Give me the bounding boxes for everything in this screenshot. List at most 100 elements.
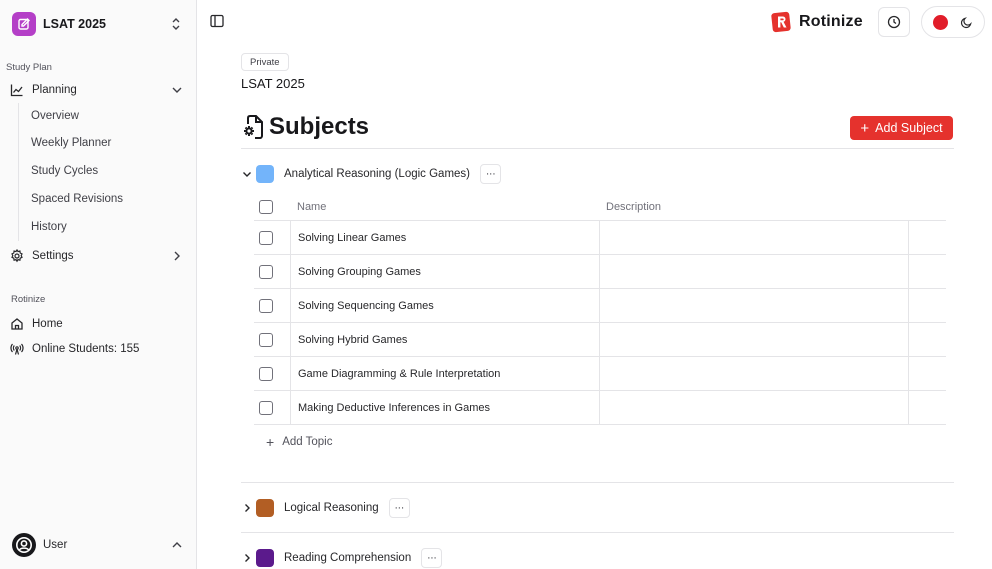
topic-description-cell[interactable] <box>599 221 909 254</box>
subject-color-swatch[interactable] <box>256 549 274 567</box>
subject-more-button[interactable]: ··· <box>421 548 443 568</box>
topic-description-cell[interactable] <box>599 289 909 322</box>
topic-name-cell[interactable]: Making Deductive Inferences in Games <box>290 391 600 424</box>
table-header-row: Name Description <box>254 194 946 221</box>
row-check-cell <box>259 289 273 322</box>
visibility-badge: Private <box>241 53 289 71</box>
theme-toggle[interactable] <box>921 6 985 38</box>
add-subject-button[interactable]: + Add Subject <box>850 116 953 140</box>
chart-line-icon <box>10 83 24 97</box>
row-checkbox[interactable] <box>259 400 273 415</box>
plus-icon: + <box>860 119 870 137</box>
topic-extra-cell <box>908 357 946 390</box>
row-check-cell <box>259 255 273 288</box>
sidebar-item-home[interactable]: Home <box>8 312 188 336</box>
row-checkbox[interactable] <box>259 298 273 313</box>
sidebar-item-label: Planning <box>32 84 77 96</box>
topic-name-cell[interactable]: Solving Hybrid Games <box>290 323 600 356</box>
workspace-switcher[interactable]: LSAT 2025 <box>8 8 188 40</box>
chevron-right-icon[interactable] <box>241 552 253 564</box>
add-topic-button[interactable]: + Add Topic <box>266 434 332 450</box>
topic-description-cell[interactable] <box>599 357 909 390</box>
subject-name: Analytical Reasoning (Logic Games) <box>284 168 471 180</box>
sidebar-item-planning[interactable]: Planning <box>8 78 188 102</box>
topic-name-cell[interactable]: Solving Sequencing Games <box>290 289 600 322</box>
rotinize-logo-icon <box>771 11 791 33</box>
chevron-down-icon[interactable] <box>241 168 253 180</box>
add-subject-label: Add Subject <box>875 121 943 135</box>
sidebar: LSAT 2025 Study Plan Planning Overview W… <box>0 0 197 569</box>
file-settings-icon <box>244 115 263 139</box>
row-checkbox[interactable] <box>259 366 273 381</box>
row-checkbox[interactable] <box>259 230 273 245</box>
sidebar-item-label: Online Students: 155 <box>32 343 140 355</box>
subject-more-button[interactable]: ··· <box>480 164 502 184</box>
sidebar-subitem-history[interactable]: History <box>27 216 187 238</box>
sidebar-group-rotinize: Rotinize <box>11 294 46 305</box>
sidebar-subitem-weekly-planner[interactable]: Weekly Planner <box>27 132 187 154</box>
row-check-cell <box>259 221 273 254</box>
table-row: Game Diagramming & Rule Interpretation <box>254 357 946 391</box>
add-topic-label: Add Topic <box>282 436 333 448</box>
sidebar-subitem-overview[interactable]: Overview <box>27 105 187 127</box>
topic-extra-cell <box>908 255 946 288</box>
table-row: Making Deductive Inferences in Games <box>254 391 946 425</box>
app-root: LSAT 2025 Study Plan Planning Overview W… <box>0 0 992 569</box>
sidebar-subitem-spaced-revisions[interactable]: Spaced Revisions <box>27 188 187 210</box>
divider <box>241 482 954 483</box>
plus-icon: + <box>266 434 275 450</box>
row-check-cell <box>259 391 273 424</box>
select-all-cell <box>259 194 273 220</box>
history-button[interactable] <box>878 7 910 37</box>
subjects-heading: Subjects <box>241 113 369 141</box>
subject-row-reading-comprehension[interactable]: Reading Comprehension ··· <box>241 547 443 569</box>
brand: Rotinize <box>771 11 863 33</box>
topic-name-cell[interactable]: Solving Grouping Games <box>290 255 600 288</box>
table-row: Solving Sequencing Games <box>254 289 946 323</box>
topic-description-cell[interactable] <box>599 391 909 424</box>
gear-icon <box>10 249 24 263</box>
brand-name: Rotinize <box>799 13 863 30</box>
sidebar-subitem-study-cycles[interactable]: Study Cycles <box>27 160 187 182</box>
topic-description-cell[interactable] <box>599 323 909 356</box>
clock-icon <box>887 15 901 29</box>
topic-name-cell[interactable]: Solving Linear Games <box>290 221 600 254</box>
moon-icon <box>960 16 972 28</box>
row-check-cell <box>259 323 273 356</box>
subject-color-swatch[interactable] <box>256 499 274 517</box>
divider <box>241 148 954 149</box>
subject-color-swatch[interactable] <box>256 165 274 183</box>
broadcast-icon <box>10 342 24 356</box>
subject-more-button[interactable]: ··· <box>388 498 410 518</box>
subject-row-analytical-reasoning[interactable]: Analytical Reasoning (Logic Games) ··· <box>241 163 502 185</box>
chevron-up-icon <box>172 542 182 548</box>
avatar <box>12 533 36 557</box>
topic-extra-cell <box>908 289 946 322</box>
table-row: Solving Hybrid Games <box>254 323 946 357</box>
row-checkbox[interactable] <box>259 264 273 279</box>
select-all-checkbox[interactable] <box>259 200 273 214</box>
topic-extra-cell <box>908 323 946 356</box>
topic-extra-cell <box>908 391 946 424</box>
submenu-divider <box>18 103 19 241</box>
table-row: Solving Grouping Games <box>254 255 946 289</box>
sidebar-toggle-icon[interactable] <box>209 13 225 29</box>
subject-row-logical-reasoning[interactable]: Logical Reasoning ··· <box>241 497 410 519</box>
sidebar-item-label: Home <box>32 318 63 330</box>
sidebar-item-settings[interactable]: Settings <box>8 244 188 268</box>
topic-name-cell[interactable]: Game Diagramming & Rule Interpretation <box>290 357 600 390</box>
workspace-logo-icon <box>12 12 36 36</box>
chevron-right-icon[interactable] <box>241 502 253 514</box>
record-dot-icon <box>933 14 948 30</box>
row-checkbox[interactable] <box>259 332 273 347</box>
topics-table: Name Description Solving Linear Games So… <box>254 194 946 425</box>
sidebar-item-label: Settings <box>32 250 74 262</box>
sidebar-item-online-students[interactable]: Online Students: 155 <box>8 337 188 361</box>
home-icon <box>10 317 24 331</box>
topic-description-cell[interactable] <box>599 255 909 288</box>
table-row: Solving Linear Games <box>254 221 946 255</box>
column-header-description[interactable]: Description <box>599 194 909 220</box>
chevron-down-icon <box>172 87 182 93</box>
column-header-name[interactable]: Name <box>290 194 600 220</box>
user-menu[interactable]: User <box>8 531 188 559</box>
